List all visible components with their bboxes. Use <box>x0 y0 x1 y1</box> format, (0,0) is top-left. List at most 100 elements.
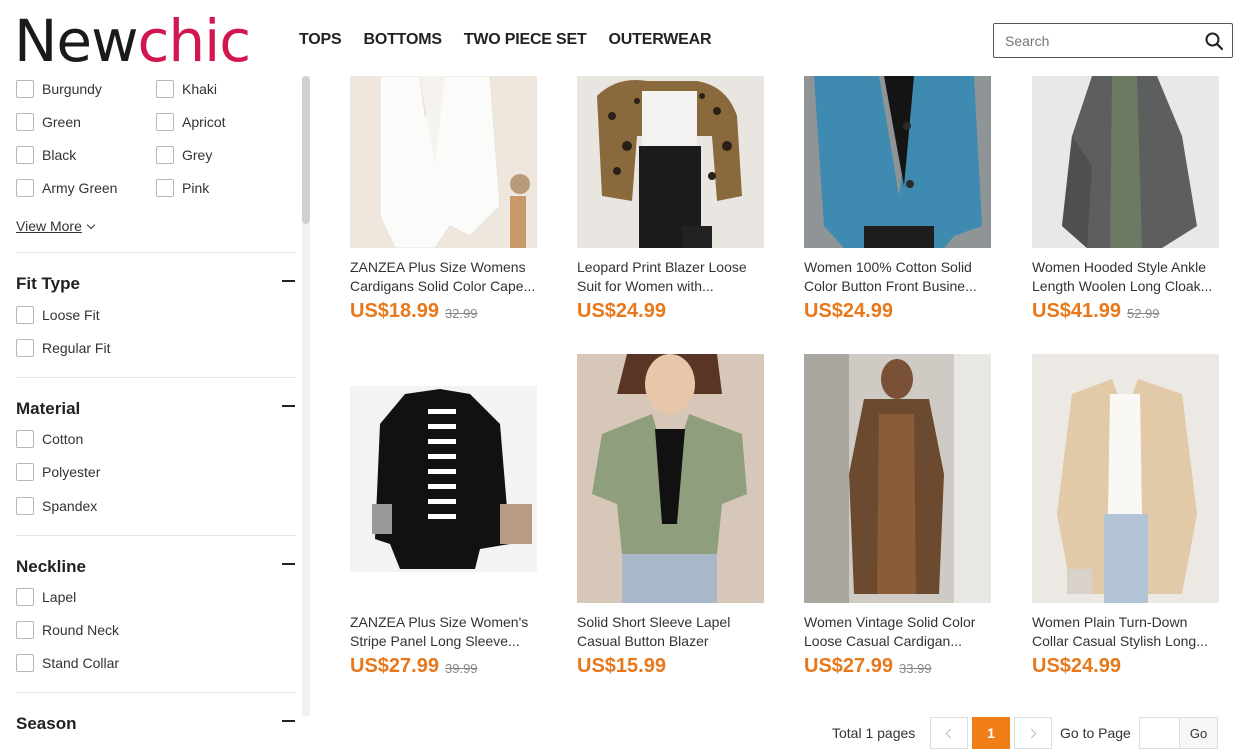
prev-page-button[interactable] <box>930 717 968 749</box>
product-title[interactable]: Leopard Print Blazer Loose Suit for Women… <box>577 258 772 296</box>
nav-outerwear[interactable]: OUTERWEAR <box>609 31 712 49</box>
divider <box>16 692 296 693</box>
checkbox[interactable] <box>16 339 34 357</box>
nav-two-piece-set[interactable]: TWO PIECE SET <box>464 31 587 49</box>
newchic-logo[interactable]: Newchic <box>14 10 251 72</box>
filter-loose-fit[interactable]: Loose Fit <box>16 306 100 324</box>
section-title-material[interactable]: Material <box>16 399 80 419</box>
filter-color-grey[interactable]: Grey <box>156 146 212 164</box>
filter-color-army-green[interactable]: Army Green <box>16 179 117 197</box>
product-title[interactable]: Solid Short Sleeve Lapel Casual Button Bl… <box>577 613 772 651</box>
go-button[interactable]: Go <box>1179 717 1218 749</box>
filter-label: Round Neck <box>42 622 120 638</box>
filter-label: Army Green <box>42 180 118 196</box>
search-box <box>993 23 1233 58</box>
product-card[interactable]: Women Hooded Style Ankle Length Woolen Lo… <box>1032 76 1232 322</box>
checkbox[interactable] <box>16 621 34 639</box>
chevron-down-icon <box>86 220 96 230</box>
title-line: Leopard Print Blazer Loose <box>577 259 747 275</box>
checkbox[interactable] <box>16 654 34 672</box>
filter-color-burgundy[interactable]: Burgundy <box>16 80 102 98</box>
product-image[interactable] <box>577 354 764 603</box>
collapse-icon[interactable] <box>282 280 295 282</box>
collapse-icon[interactable] <box>282 563 295 565</box>
product-image[interactable] <box>804 354 991 603</box>
filter-color-black[interactable]: Black <box>16 146 76 164</box>
collapse-icon[interactable] <box>282 720 295 722</box>
checkbox[interactable] <box>16 430 34 448</box>
filter-label: Cotton <box>42 431 84 447</box>
sidebar-scroll-thumb[interactable] <box>302 76 310 224</box>
product-image[interactable] <box>577 76 764 248</box>
product-card[interactable]: ZANZEA Plus Size Women's Stripe Panel Lon… <box>350 354 550 677</box>
filter-label: Apricot <box>182 114 226 130</box>
title-line: Length Woolen Long Cloak... <box>1032 278 1213 294</box>
page-1-button[interactable]: 1 <box>972 717 1010 749</box>
product-original-price: 52.99 <box>1127 306 1160 321</box>
product-image[interactable] <box>804 76 991 248</box>
filter-cotton[interactable]: Cotton <box>16 430 83 448</box>
nav-tops[interactable]: TOPS <box>299 31 342 49</box>
filter-color-apricot[interactable]: Apricot <box>156 113 226 131</box>
product-price: US$24.99 <box>577 300 666 322</box>
filter-label: Green <box>42 114 81 130</box>
filter-round-neck[interactable]: Round Neck <box>16 621 119 639</box>
checkbox[interactable] <box>156 80 174 98</box>
filter-color-pink[interactable]: Pink <box>156 179 209 197</box>
product-card[interactable]: Solid Short Sleeve Lapel Casual Button Bl… <box>577 354 777 677</box>
product-image[interactable] <box>1032 76 1219 248</box>
search-icon[interactable] <box>1205 32 1223 50</box>
checkbox[interactable] <box>16 179 34 197</box>
product-title[interactable]: Women Vintage Solid Color Loose Casual Ca… <box>804 613 999 651</box>
filter-label: Lapel <box>42 589 77 605</box>
checkbox[interactable] <box>16 497 34 515</box>
product-image[interactable] <box>1032 354 1219 603</box>
product-title[interactable]: ZANZEA Plus Size Womens Cardigans Solid C… <box>350 258 545 296</box>
checkbox[interactable] <box>16 113 34 131</box>
filter-label: Burgundy <box>42 81 102 97</box>
filter-label: Stand Collar <box>42 655 120 671</box>
checkbox[interactable] <box>16 146 34 164</box>
checkbox[interactable] <box>16 463 34 481</box>
checkbox[interactable] <box>16 306 34 324</box>
checkbox[interactable] <box>16 80 34 98</box>
product-card[interactable]: ZANZEA Plus Size Womens Cardigans Solid C… <box>350 75 550 322</box>
title-line: Women Plain Turn-Down <box>1032 614 1188 630</box>
title-line: Stripe Panel Long Sleeve... <box>350 633 520 649</box>
product-title[interactable]: Women Hooded Style Ankle Length Woolen Lo… <box>1032 258 1227 296</box>
filter-regular-fit[interactable]: Regular Fit <box>16 339 110 357</box>
nav-bottoms[interactable]: BOTTOMS <box>363 31 442 49</box>
go-to-page-input[interactable] <box>1139 717 1180 749</box>
checkbox[interactable] <box>16 588 34 606</box>
title-line: Women Hooded Style Ankle <box>1032 259 1207 275</box>
product-card[interactable]: Women Plain Turn-Down Collar Casual Styli… <box>1032 354 1232 677</box>
product-title[interactable]: Women 100% Cotton Solid Color Button Fron… <box>804 258 999 296</box>
product-card[interactable]: Leopard Print Blazer Loose Suit for Women… <box>577 76 777 322</box>
filter-label: Spandex <box>42 498 98 514</box>
section-title-season[interactable]: Season <box>16 714 76 734</box>
filter-color-green[interactable]: Green <box>16 113 81 131</box>
filter-stand-collar[interactable]: Stand Collar <box>16 654 119 672</box>
product-image[interactable] <box>350 354 537 603</box>
filter-lapel[interactable]: Lapel <box>16 588 76 606</box>
next-page-button[interactable] <box>1014 717 1052 749</box>
view-more-link[interactable]: View More <box>16 218 96 234</box>
checkbox[interactable] <box>156 146 174 164</box>
product-card[interactable]: Women Vintage Solid Color Loose Casual Ca… <box>804 354 1004 677</box>
checkbox[interactable] <box>156 179 174 197</box>
filter-label: Pink <box>182 180 210 196</box>
filter-spandex[interactable]: Spandex <box>16 497 97 515</box>
checkbox[interactable] <box>156 113 174 131</box>
filter-color-khaki[interactable]: Khaki <box>156 80 217 98</box>
title-line: Suit for Women with... <box>577 278 714 294</box>
collapse-icon[interactable] <box>282 405 295 407</box>
product-title[interactable]: ZANZEA Plus Size Women's Stripe Panel Lon… <box>350 613 545 651</box>
product-title[interactable]: Women Plain Turn-Down Collar Casual Styli… <box>1032 613 1227 651</box>
product-original-price: 32.99 <box>445 306 478 321</box>
search-input[interactable] <box>994 24 1194 57</box>
product-card[interactable]: Women 100% Cotton Solid Color Button Fron… <box>804 76 1004 322</box>
filter-polyester[interactable]: Polyester <box>16 463 100 481</box>
section-title-fit-type[interactable]: Fit Type <box>16 274 80 294</box>
product-image[interactable] <box>350 75 537 249</box>
section-title-neckline[interactable]: Neckline <box>16 557 86 577</box>
